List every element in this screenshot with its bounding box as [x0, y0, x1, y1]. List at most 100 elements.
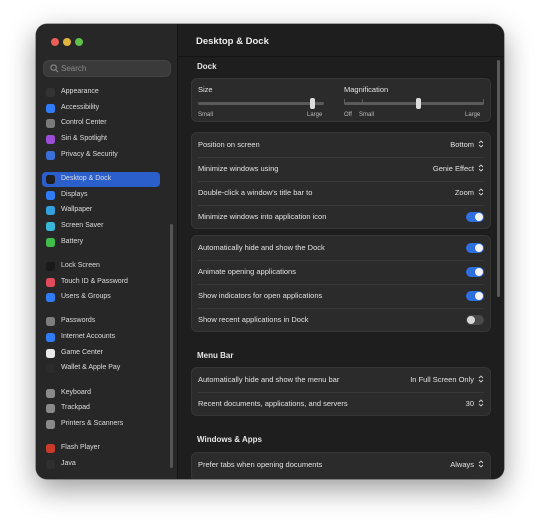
- chevron-updown-icon: [478, 188, 484, 196]
- accessibility-icon: [46, 104, 55, 113]
- sidebar-item-lock-screen[interactable]: Lock Screen: [42, 259, 160, 274]
- sidebar-item-screen-saver[interactable]: Screen Saver: [42, 219, 160, 234]
- sidebar-item-java[interactable]: Java: [42, 457, 160, 472]
- sidebar-item-trackpad[interactable]: Trackpad: [42, 401, 160, 416]
- desktop-dock-icon: [46, 175, 55, 184]
- animate-toggle[interactable]: [466, 267, 484, 277]
- sidebar-item-label: Control Center: [61, 119, 107, 126]
- sidebar-item-label: Displays: [61, 191, 88, 198]
- size-max-label: Large: [307, 112, 323, 118]
- size-slider[interactable]: [198, 102, 324, 105]
- double-click-row: Double-click a window's title bar to Zoo…: [192, 181, 490, 205]
- touch-id-icon: [46, 278, 55, 287]
- toggle-knob: [475, 244, 483, 252]
- position-label: Position on screen: [198, 140, 260, 149]
- indicators-toggle[interactable]: [466, 291, 484, 301]
- mag-tick: [344, 99, 345, 103]
- sidebar-item-displays[interactable]: Displays: [42, 188, 160, 203]
- section-title-menu-bar: Menu Bar: [197, 351, 234, 360]
- chevron-updown-icon: [478, 140, 484, 148]
- siri-icon: [46, 135, 55, 144]
- minimize-value: Genie Effect: [432, 164, 474, 173]
- toggle-knob: [475, 213, 483, 221]
- search-icon: [50, 64, 59, 73]
- sidebar-item-wallet-apple-pay[interactable]: Wallet & Apple Pay: [42, 361, 160, 376]
- minimize-into-icon-label: Minimize windows into application icon: [198, 212, 327, 221]
- zoom-window-button[interactable]: [75, 38, 83, 46]
- sidebar-item-label: Lock Screen: [61, 262, 100, 269]
- battery-icon: [46, 238, 55, 247]
- sidebar-item-internet-accounts[interactable]: Internet Accounts: [42, 330, 160, 345]
- magnification-off-label: Off: [344, 112, 352, 118]
- sidebar-item-game-center[interactable]: Game Center: [42, 346, 160, 361]
- privacy-icon: [46, 151, 55, 160]
- recent-apps-row: Show recent applications in Dock: [192, 308, 490, 332]
- menu-bar-autohide-popup[interactable]: In Full Screen Only: [410, 375, 484, 384]
- sidebar-item-label: Desktop & Dock: [61, 175, 112, 182]
- recent-docs-row: Recent documents, applications, and serv…: [192, 392, 490, 416]
- keyboard-icon: [46, 389, 55, 398]
- main-scrollbar[interactable]: [497, 60, 500, 297]
- sidebar-item-label: Flash Player: [61, 444, 100, 451]
- autohide-dock-row: Automatically hide and show the Dock: [192, 236, 490, 260]
- minimize-window-button[interactable]: [63, 38, 71, 46]
- sidebar-item-passwords[interactable]: Passwords: [42, 314, 160, 329]
- sidebar-item-battery[interactable]: Battery: [42, 235, 160, 250]
- sidebar-item-printers-scanners[interactable]: Printers & Scanners: [42, 417, 160, 432]
- mag-tick: [483, 99, 484, 103]
- sidebar-item-label: Users & Groups: [61, 293, 111, 300]
- menu-bar-autohide-value: In Full Screen Only: [410, 375, 474, 384]
- sidebar-item-label: Screen Saver: [61, 222, 104, 229]
- size-label: Size: [198, 85, 213, 94]
- magnification-label: Magnification: [344, 85, 389, 94]
- sidebar-item-wallpaper[interactable]: Wallpaper: [42, 203, 160, 218]
- sidebar-item-users-groups[interactable]: Users & Groups: [42, 290, 160, 305]
- sidebar-item-flash-player[interactable]: Flash Player: [42, 441, 160, 456]
- search-placeholder: Search: [61, 64, 87, 73]
- minimize-into-icon-toggle[interactable]: [466, 212, 484, 222]
- displays-icon: [46, 191, 55, 200]
- minimize-popup[interactable]: Genie Effect: [433, 164, 484, 173]
- prefer-tabs-value: Always: [450, 460, 474, 469]
- close-window-button[interactable]: [51, 38, 59, 46]
- size-slider-knob[interactable]: [310, 98, 315, 109]
- sidebar-item-touch-id-password[interactable]: Touch ID & Password: [42, 275, 160, 290]
- passwords-icon: [46, 317, 55, 326]
- wallpaper-icon: [46, 206, 55, 215]
- recent-apps-label: Show recent applications in Dock: [198, 315, 309, 324]
- position-popup[interactable]: Bottom: [450, 140, 484, 149]
- dock-size-group: Size Small Large Magnification Off Small…: [191, 78, 491, 122]
- sidebar-item-label: Battery: [61, 238, 84, 245]
- sidebar-item-desktop-dock[interactable]: Desktop & Dock: [42, 172, 160, 187]
- page-title: Desktop & Dock: [196, 36, 269, 47]
- sidebar-item-label: Touch ID & Password: [61, 278, 128, 285]
- settings-window: Search Appearance Accessibility Control Ce…: [36, 24, 504, 479]
- recent-docs-label: Recent documents, applications, and serv…: [198, 399, 348, 408]
- animate-label: Animate opening applications: [198, 267, 296, 276]
- recent-apps-toggle[interactable]: [466, 315, 484, 325]
- magnification-slider-knob[interactable]: [416, 98, 421, 109]
- sidebar-item-accessibility[interactable]: Accessibility: [42, 101, 160, 116]
- sidebar-item-keyboard[interactable]: Keyboard: [42, 386, 160, 401]
- search-field[interactable]: Search: [43, 60, 171, 77]
- lock-screen-icon: [46, 262, 55, 271]
- menu-bar-autohide-label: Automatically hide and show the menu bar: [198, 375, 340, 384]
- windows-apps-group: Prefer tabs when opening documents Alway…: [191, 452, 491, 479]
- prefer-tabs-popup[interactable]: Always: [450, 460, 484, 469]
- screen-saver-icon: [46, 222, 55, 231]
- sidebar-item-siri-spotlight[interactable]: Siri & Spotlight: [42, 132, 160, 147]
- position-row: Position on screen Bottom: [192, 133, 490, 157]
- sidebar-item-appearance[interactable]: Appearance: [42, 85, 160, 100]
- chevron-updown-icon: [478, 399, 484, 407]
- sidebar-item-control-center[interactable]: Control Center: [42, 116, 160, 131]
- sidebar-item-label: Accessibility: [61, 104, 100, 111]
- autohide-dock-label: Automatically hide and show the Dock: [198, 243, 325, 252]
- sidebar-scrollbar[interactable]: [170, 224, 173, 468]
- recent-docs-value: 30: [465, 399, 474, 408]
- trackpad-icon: [46, 404, 55, 413]
- sidebar-item-privacy-security[interactable]: Privacy & Security: [42, 148, 160, 163]
- double-click-popup[interactable]: Zoom: [455, 188, 484, 197]
- magnification-slider[interactable]: [344, 102, 484, 105]
- autohide-dock-toggle[interactable]: [466, 243, 484, 253]
- recent-docs-popup[interactable]: 30: [466, 399, 484, 408]
